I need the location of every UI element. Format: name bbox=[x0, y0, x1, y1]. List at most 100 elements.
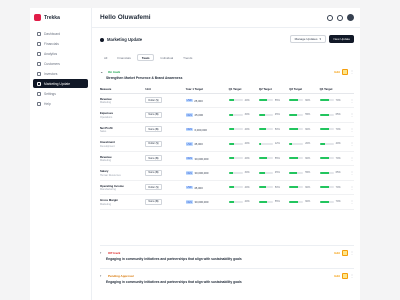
edit-link[interactable]: Edit bbox=[334, 274, 340, 278]
progress-value: 55% bbox=[274, 98, 280, 102]
manage-updates-dropdown[interactable]: Manage Updates ▾ bbox=[289, 35, 326, 43]
column-header[interactable]: Q2 Target bbox=[258, 85, 290, 94]
sidebar-item-financials[interactable]: Financials bbox=[33, 39, 88, 48]
tab-team[interactable]: Team bbox=[136, 54, 155, 61]
more-icon[interactable]: ⋮ bbox=[350, 273, 354, 278]
sidebar-item-help[interactable]: Help bbox=[33, 99, 88, 108]
progress-fill bbox=[289, 128, 298, 131]
progress-value: 60% bbox=[305, 127, 311, 131]
section-pending-approval: › Pending Approval Edit ⋮ Engaging in co… bbox=[100, 268, 354, 284]
tab-financials[interactable]: Financials bbox=[113, 54, 135, 61]
edit-link[interactable]: Edit bbox=[334, 251, 340, 255]
sidebar-item-dashboard[interactable]: Dashboard bbox=[33, 29, 88, 38]
progress-fill bbox=[258, 128, 266, 131]
search-icon[interactable] bbox=[327, 14, 333, 21]
row-more-icon[interactable]: ⋮ bbox=[350, 93, 354, 108]
tab-all[interactable]: All bbox=[100, 54, 111, 61]
column-header[interactable]: Q3 Target bbox=[289, 85, 320, 94]
column-header[interactable]: Unit bbox=[145, 85, 186, 94]
progress-bar bbox=[228, 157, 243, 160]
year-target-value: 30,000,000 bbox=[194, 200, 209, 204]
unit-badge: Dollar ($) bbox=[145, 140, 162, 147]
measure-category: Sales bbox=[100, 130, 107, 133]
quarter-target-cell: 20% bbox=[289, 136, 320, 152]
sidebar-item-analytics[interactable]: Analytics bbox=[33, 49, 88, 58]
tab-trends[interactable]: Trends bbox=[179, 54, 196, 61]
progress-fill bbox=[319, 157, 330, 160]
row-more-icon[interactable]: ⋮ bbox=[350, 122, 354, 137]
year-target-value: 30,000,000 bbox=[194, 156, 209, 161]
measure-cell: Expenses Operations bbox=[100, 107, 146, 123]
currency-tag: USD bbox=[185, 98, 193, 103]
unit-cell: Dollar ($) bbox=[145, 136, 186, 152]
quarter-target-cell: 40% bbox=[228, 194, 259, 210]
table-row[interactable]: Expenses Operations Naira (₦) NGN 25,000 30% 4… bbox=[100, 107, 354, 123]
progress-fill bbox=[319, 99, 330, 102]
row-more-icon[interactable]: ⋮ bbox=[350, 151, 354, 166]
measure-cell: Gross Margin Marketing bbox=[100, 194, 146, 210]
table-row[interactable]: Investment Development Dollar ($) USD 45,000… bbox=[100, 136, 354, 152]
progress-bar bbox=[289, 113, 304, 116]
chevron-down-icon[interactable]: ⌄ bbox=[100, 69, 105, 74]
table-row[interactable]: Gross Margin Marketing Naira (₦) NGN 30,000,… bbox=[100, 194, 354, 210]
app-logo[interactable]: Trekka bbox=[30, 8, 91, 29]
unit-cell: Dollar ($) bbox=[145, 93, 186, 108]
table-row[interactable]: Revenue Marketing Dollar ($) USD 25,000 40% 55… bbox=[100, 93, 354, 108]
edit-icon[interactable] bbox=[342, 272, 348, 279]
avatar[interactable] bbox=[347, 14, 354, 21]
more-icon[interactable]: ⋮ bbox=[350, 69, 354, 74]
measure-name: Gross Margin bbox=[100, 198, 119, 202]
table-row[interactable]: Salary Human Resources Naira (₦) NGN 30,000,… bbox=[100, 165, 354, 181]
row-more-icon[interactable]: ⋮ bbox=[350, 136, 354, 152]
row-more-icon[interactable]: ⋮ bbox=[350, 107, 354, 123]
tab-individual[interactable]: Individual bbox=[156, 54, 177, 61]
more-icon[interactable]: ⋮ bbox=[350, 250, 354, 255]
column-header[interactable]: Q4 Target bbox=[319, 85, 350, 94]
quarter-target-cell: 30% bbox=[228, 165, 259, 181]
edit-link[interactable]: Edit bbox=[334, 70, 340, 74]
progress-bar bbox=[228, 113, 243, 116]
section-title: Strengthen Market Presence & Brand Aware… bbox=[106, 76, 183, 80]
edit-icon[interactable] bbox=[342, 68, 348, 75]
progress-fill bbox=[228, 200, 235, 203]
measure-category: Marketing bbox=[100, 202, 111, 206]
sidebar-item-settings[interactable]: Settings bbox=[33, 89, 88, 98]
progress-bar bbox=[258, 142, 273, 145]
nav-icon bbox=[37, 91, 41, 96]
column-header[interactable]: Q1 Target bbox=[228, 85, 259, 94]
row-more-icon[interactable]: ⋮ bbox=[350, 165, 354, 181]
chevron-right-icon[interactable]: › bbox=[100, 250, 105, 255]
progress-bar bbox=[258, 186, 273, 189]
quarter-target-cell: 65% bbox=[319, 165, 350, 181]
year-target-cell: USD 45,000 bbox=[185, 136, 229, 152]
chevron-right-icon[interactable]: › bbox=[100, 273, 105, 278]
table-row[interactable]: Net Profit Sales Naira (₦) NGN 6,000,000 40% 5… bbox=[100, 122, 354, 137]
quarter-target-cell: 40% bbox=[228, 151, 259, 166]
unit-cell: Naira (₦) bbox=[145, 122, 186, 137]
measure-cell: Investment Development bbox=[100, 136, 146, 152]
table-row[interactable]: Operating Income Manufacturing Dollar ($) U… bbox=[100, 180, 354, 195]
quarter-target-cell: 40% bbox=[228, 93, 259, 108]
measure-category: Human Resources bbox=[100, 173, 121, 177]
sidebar-item-customers[interactable]: Customers bbox=[33, 59, 88, 68]
table-row[interactable]: Revenue Marketing Naira (₦) NGN 30,000,000 40… bbox=[100, 151, 354, 166]
edit-icon[interactable] bbox=[342, 249, 348, 256]
measure-name: Investment bbox=[100, 140, 115, 144]
new-update-button[interactable]: New Update bbox=[329, 35, 354, 43]
sidebar-item-investors[interactable]: Investors bbox=[33, 69, 88, 78]
year-target-cell: NGN 30,000,000 bbox=[185, 151, 229, 166]
measure-category: Manufacturing bbox=[100, 188, 116, 191]
sidebar-item-label: Financials bbox=[44, 41, 59, 46]
progress-value: 30% bbox=[244, 113, 250, 117]
row-more-icon[interactable]: ⋮ bbox=[350, 194, 354, 210]
sidebar-item-marketing-update[interactable]: Marketing Update bbox=[33, 79, 88, 88]
row-more-icon[interactable]: ⋮ bbox=[350, 180, 354, 195]
progress-fill bbox=[228, 113, 233, 116]
column-header[interactable]: Year 1 Target bbox=[185, 85, 229, 94]
column-header[interactable]: Measure bbox=[100, 85, 146, 94]
quarter-target-cell: 40% bbox=[228, 136, 259, 152]
unit-badge: Naira (₦) bbox=[145, 111, 162, 118]
progress-bar bbox=[319, 157, 334, 160]
status-badge: Pending Approval bbox=[108, 273, 134, 278]
bell-icon[interactable] bbox=[337, 14, 343, 21]
